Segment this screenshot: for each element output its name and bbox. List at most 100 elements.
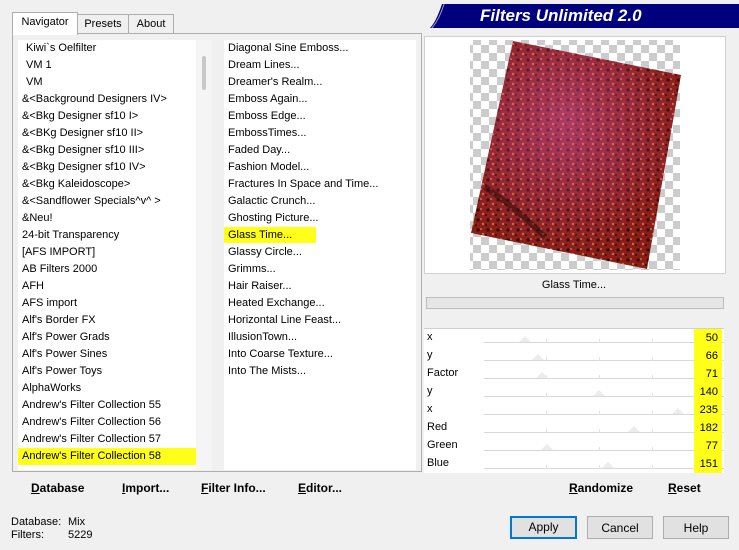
category-item[interactable]: &Neu! xyxy=(18,210,196,227)
progress-bar xyxy=(426,297,724,309)
slider-track[interactable] xyxy=(484,468,724,469)
filter-item-label: Galactic Crunch... xyxy=(228,195,316,207)
category-item[interactable]: &<Sandflower Specials^v^ > xyxy=(18,193,196,210)
filter-item[interactable]: Horizontal Line Feast... xyxy=(224,312,416,329)
reset-button[interactable]: Reset xyxy=(668,481,701,495)
apply-button[interactable]: Apply xyxy=(510,516,577,539)
category-item[interactable]: Alf's Power Sines xyxy=(18,346,196,363)
filter-item[interactable]: Into Coarse Texture... xyxy=(224,346,416,363)
filter-item-label: Fractures In Space and Time... xyxy=(228,178,379,190)
filter-item[interactable]: Emboss Again... xyxy=(224,91,416,108)
help-button[interactable]: Help xyxy=(663,516,729,539)
slider-tick xyxy=(599,411,601,415)
category-item[interactable]: AFS import xyxy=(18,295,196,312)
filter-list[interactable]: Diagonal Sine Emboss... Dream Lines... Dre… xyxy=(224,40,416,470)
filter-item-label: Diagonal Sine Emboss... xyxy=(228,42,349,54)
filter-item[interactable]: Ghosting Picture... xyxy=(224,210,416,227)
category-item[interactable]: &<Bkg Designer sf10 I> xyxy=(18,108,196,125)
category-item[interactable]: AFH xyxy=(18,278,196,295)
slider-handle[interactable] xyxy=(519,336,532,342)
category-item[interactable]: &<BKg Designer sf10 II> xyxy=(18,125,196,142)
slider-tick xyxy=(546,393,548,397)
slider-value[interactable]: 235 xyxy=(694,401,722,419)
category-item[interactable]: AB Filters 2000 xyxy=(18,261,196,278)
category-item[interactable]: Kiwi`s Oelfilter xyxy=(18,40,196,57)
category-item[interactable]: &<Bkg Designer sf10 IV> xyxy=(18,159,196,176)
slider-label: Green xyxy=(427,439,458,451)
slider-handle[interactable] xyxy=(536,372,549,378)
slider-track[interactable] xyxy=(484,414,724,415)
preview-filter-name: Glass Time... xyxy=(424,276,724,294)
slider-handle[interactable] xyxy=(541,444,554,450)
category-item[interactable]: Alf's Power Grads xyxy=(18,329,196,346)
category-item[interactable]: Alf's Border FX xyxy=(18,312,196,329)
category-item[interactable]: &<Bkg Designer sf10 III> xyxy=(18,142,196,159)
randomize-button[interactable]: Randomize xyxy=(569,481,633,495)
category-item[interactable]: VM 1 xyxy=(18,57,196,74)
filter-item[interactable]: Glassy Circle... xyxy=(224,244,416,261)
filter-item-label: Emboss Edge... xyxy=(228,110,306,122)
slider-value[interactable]: 140 xyxy=(694,383,722,401)
category-item[interactable]: [AFS IMPORT] xyxy=(18,244,196,261)
category-item[interactable]: VM xyxy=(18,74,196,91)
slider-handle[interactable] xyxy=(627,426,640,432)
filter-item[interactable]: Into The Mists... xyxy=(224,363,416,380)
slider-label: Factor xyxy=(427,367,459,379)
filters-count-label: Filters: xyxy=(11,529,44,541)
tab-navigator[interactable]: Navigator xyxy=(12,12,78,35)
filter-info-button[interactable]: Filter Info... xyxy=(201,481,266,495)
slider-handle[interactable] xyxy=(593,390,606,396)
category-scrollbar-thumb[interactable] xyxy=(202,56,206,90)
database-button[interactable]: Database xyxy=(31,481,84,495)
filter-item[interactable]: IllusionTown... xyxy=(224,329,416,346)
filter-item[interactable]: Fashion Model... xyxy=(224,159,416,176)
category-item[interactable]: Andrew's Filter Collection 57 xyxy=(18,431,196,448)
preview-pane xyxy=(424,36,726,274)
filter-item[interactable]: Emboss Edge... xyxy=(224,108,416,125)
import-button[interactable]: Import... xyxy=(122,481,169,495)
category-item[interactable]: Andrew's Filter Collection 55 xyxy=(18,397,196,414)
filter-item[interactable]: Heated Exchange... xyxy=(224,295,416,312)
category-item[interactable]: AlphaWorks xyxy=(18,380,196,397)
slider-value[interactable]: 66 xyxy=(694,347,722,365)
filter-item[interactable]: Dreamer's Realm... xyxy=(224,74,416,91)
filter-item[interactable]: Dream Lines... xyxy=(224,57,416,74)
category-item[interactable]: Alf's Power Toys xyxy=(18,363,196,380)
slider-track[interactable] xyxy=(484,360,724,361)
tab-presets[interactable]: Presets xyxy=(76,14,130,34)
slider-track[interactable] xyxy=(484,396,724,397)
category-item[interactable]: Andrew's Filter Collection 58 xyxy=(18,448,196,465)
slider-track[interactable] xyxy=(484,378,724,379)
slider-value[interactable]: 151 xyxy=(694,455,722,473)
slider-handle[interactable] xyxy=(602,462,615,468)
filter-item[interactable]: Fractures In Space and Time... xyxy=(224,176,416,193)
slider-track[interactable] xyxy=(484,342,724,343)
slider-track[interactable] xyxy=(484,432,724,433)
filter-item[interactable]: Glass Time... xyxy=(224,227,416,244)
filter-item[interactable]: Grimms... xyxy=(224,261,416,278)
slider-value[interactable]: 182 xyxy=(694,419,722,437)
slider-tick xyxy=(599,375,601,379)
category-item[interactable]: &<Background Designers IV> xyxy=(18,91,196,108)
slider-handle[interactable] xyxy=(671,408,684,414)
filter-item[interactable]: Diagonal Sine Emboss... xyxy=(224,40,416,57)
slider-handle[interactable] xyxy=(532,354,545,360)
filter-item-label: Into Coarse Texture... xyxy=(228,348,333,360)
tab-about[interactable]: About xyxy=(128,14,174,34)
slider-track[interactable] xyxy=(484,450,724,451)
editor-button[interactable]: Editor... xyxy=(298,481,342,495)
category-scrollbar[interactable] xyxy=(196,40,212,470)
filter-item[interactable]: EmbossTimes... xyxy=(224,125,416,142)
category-item[interactable]: Andrew's Filter Collection 56 xyxy=(18,414,196,431)
filter-item[interactable]: Galactic Crunch... xyxy=(224,193,416,210)
cancel-button[interactable]: Cancel xyxy=(587,516,653,539)
slider-row: Red 182 xyxy=(424,419,724,437)
slider-value[interactable]: 71 xyxy=(694,365,722,383)
filter-item[interactable]: Faded Day... xyxy=(224,142,416,159)
category-item[interactable]: 24-bit Transparency xyxy=(18,227,196,244)
category-item[interactable]: &<Bkg Kaleidoscope> xyxy=(18,176,196,193)
category-list[interactable]: Kiwi`s Oelfilter VM 1 VM &<Background Desig… xyxy=(18,40,196,470)
slider-value[interactable]: 50 xyxy=(694,329,722,347)
filter-item[interactable]: Hair Raiser... xyxy=(224,278,416,295)
slider-value[interactable]: 77 xyxy=(694,437,722,455)
